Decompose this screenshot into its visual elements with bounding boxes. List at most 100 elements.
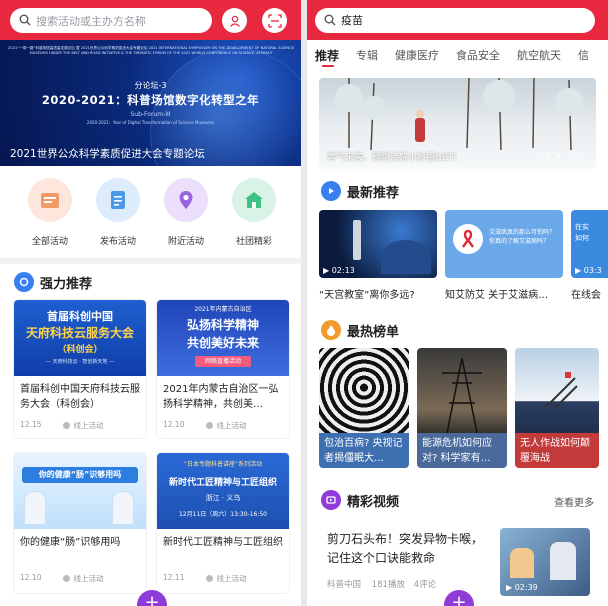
featured-thumbnail: ▶ 02:39: [500, 528, 590, 596]
search-input[interactable]: 搜索活动或主办方名称: [10, 8, 212, 33]
card-banner-line3: 共创美好未来: [186, 336, 259, 350]
document-icon: [96, 178, 140, 222]
card-meta: 12.11 线上活动: [157, 569, 289, 588]
section-latest: 最新推荐: [321, 181, 399, 201]
tab-albums[interactable]: 专辑: [356, 47, 378, 63]
activity-card[interactable]: “日本专题科普讲座”系列活动 新时代工匠精神与工匠组织 浙江 · 义乌 12月1…: [157, 453, 289, 593]
thumbnail-text: 艾滋病真的那么可怕吗？ 你真的了解艾滋病吗？: [489, 228, 561, 246]
flame-icon: [321, 320, 341, 340]
doctor-figure: [112, 491, 134, 525]
card-location: 线上活动: [206, 573, 246, 584]
tab-more[interactable]: 信: [578, 47, 589, 63]
scan-button[interactable]: [262, 8, 287, 33]
section-hot: 最热榜单: [321, 320, 399, 340]
card-image: 首届科创中国 天府科技云服务大会 （科创会） — 天府科技云 · 智创新天地 —: [14, 300, 146, 376]
thumbnail-text: 在实 如何: [575, 222, 589, 244]
video-duration: ▶ 03:3: [575, 266, 602, 275]
hot-item[interactable]: 无人作战如何颠覆海战: [515, 348, 599, 468]
red-ribbon-icon: [453, 224, 483, 254]
activity-card[interactable]: 你的健康“肠”识够用吗 你的健康“肠”识够用吗 12.10 线上活动: [14, 453, 146, 593]
video-duration: ▶ 02:39: [506, 583, 538, 592]
card-banner-line3: （科创会）: [57, 345, 103, 355]
section-videos: 精彩视频: [321, 490, 399, 510]
spiral-image: [319, 348, 409, 436]
tab-aerospace[interactable]: 航空航天: [517, 47, 561, 63]
card-banner-line2: 新时代工匠精神与工匠组织: [168, 478, 277, 488]
tab-food-safety[interactable]: 食品安全: [456, 47, 500, 63]
featured-title: 剪刀石头布！突发异物卡喉，记住这个口诀能救命: [327, 532, 484, 565]
featured-meta: 科普中国 181播放 4评论: [327, 578, 436, 590]
thumbnail-line1: 在实: [575, 223, 589, 231]
card-image: “日本专题科普讲座”系列活动 新时代工匠精神与工匠组织 浙江 · 义乌 12月1…: [157, 453, 289, 529]
hot-item-title: 包治百病? 央视记者揭僵眠大…: [319, 433, 409, 468]
banner-headline: 2020-2021：科普场馆数字化转型之年: [41, 93, 260, 107]
tab-health[interactable]: 健康医疗: [395, 47, 439, 63]
banner-header-line: 2021“一带一路”科普场馆高质量发展论坛 暨 2021世界公众科学素质促进大会…: [8, 46, 294, 55]
card-banner-line4: 12月11日（周六）13:30-16:50: [178, 511, 268, 518]
location-icon: [63, 422, 71, 429]
hero-carousel[interactable]: 寒气来袭，预防流感小妙招GET! • • • • •: [319, 78, 596, 169]
card-title: 新时代工匠精神与工匠组织: [163, 537, 283, 548]
banner-caption: 2021世界公众科学素质促进大会专题论坛: [10, 148, 205, 160]
latest-video-row: ▶ 02:13 “天宫教室”离你多远? 艾滋病真的那么可怕吗？ 你真的了解艾滋病…: [319, 210, 608, 320]
location-icon: [206, 422, 214, 429]
card-banner-line4: — 天府科技云 · 智创新天地 —: [46, 359, 114, 365]
category-label: 全部活动: [31, 237, 68, 247]
card-banner-line1: 首届科创中国: [47, 310, 113, 323]
hot-item[interactable]: 包治百病? 央视记者揭僵眠大…: [319, 348, 409, 468]
section-title: 精彩视频: [347, 494, 400, 510]
carousel-indicator: • • • • •: [534, 152, 586, 161]
card-location-text: 线上活动: [73, 421, 104, 430]
search-input[interactable]: 疫苗: [315, 8, 595, 33]
activity-card[interactable]: 2021年内蒙古自治区 弘扬科学精神 共创美好未来 网络直播活动 2021年内蒙…: [157, 300, 289, 438]
video-card[interactable]: ▶ 02:13 “天宫教室”离你多远?: [319, 210, 437, 301]
activity-card[interactable]: 首届科创中国 天府科技云服务大会 （科创会） — 天府科技云 · 智创新天地 —…: [14, 300, 146, 438]
earth-graphic: [381, 240, 431, 274]
section-title: 强力推荐: [40, 276, 93, 292]
video-card[interactable]: 在实 如何 ▶ 03:3 在线会: [571, 210, 608, 301]
forum-banner[interactable]: 2021“一带一路”科普场馆高质量发展论坛 暨 2021世界公众科学素质促进大会…: [0, 40, 301, 166]
featured-plays: 181播放: [371, 580, 405, 590]
top-bar: 搜索活动或主办方名称: [0, 0, 301, 40]
see-more-link[interactable]: 查看更多: [554, 494, 594, 509]
card-meta: 12.10 线上活动: [157, 416, 289, 435]
card-location: 线上活动: [206, 420, 246, 431]
card-location-text: 线上活动: [216, 574, 247, 583]
recommend-icon: [14, 272, 34, 292]
search-value: 疫苗: [341, 14, 363, 27]
play-icon: [321, 181, 341, 201]
card-date: 12.10: [163, 420, 185, 429]
profile-button[interactable]: [222, 8, 247, 33]
child-figure: [510, 548, 534, 578]
card-location-text: 线上活动: [73, 574, 104, 583]
hero-caption: 寒气来袭，预防流感小妙招GET!: [327, 153, 457, 163]
category-nearby-activities[interactable]: 附近活动: [156, 178, 216, 247]
video-thumbnail: 艾滋病真的那么可怕吗？ 你真的了解艾滋病吗？: [445, 210, 563, 278]
category-grid: 全部活动 发布活动 附近活动 社团精彩: [0, 168, 301, 258]
card-banner-line2: 弘扬科学精神: [186, 318, 259, 332]
hot-item[interactable]: 能源危机如何应对? 科学家有…: [417, 348, 507, 468]
banner-forum: 分论坛-3: [134, 81, 167, 90]
card-banner-line3: 浙江 · 义乌: [205, 494, 241, 502]
video-thumbnail: ▶ 02:13: [319, 210, 437, 278]
featured-source: 科普中国: [327, 580, 362, 590]
video-thumbnail: 在实 如何 ▶ 03:3: [571, 210, 608, 278]
video-card[interactable]: 艾滋病真的那么可怕吗？ 你真的了解艾滋病吗？ 知艾防艾 关于艾滋病…: [445, 210, 563, 301]
rocket-graphic: [353, 220, 361, 260]
category-all-activities[interactable]: 全部活动: [20, 178, 80, 247]
location-icon: [206, 575, 214, 582]
divider: [0, 258, 301, 264]
category-club-highlights[interactable]: 社团精彩: [224, 178, 284, 247]
power-tower-image: [417, 348, 507, 436]
card-banner-line1: 2021年内蒙古自治区: [194, 306, 252, 313]
card-date: 12.11: [163, 573, 185, 582]
video-title: “天宫教室”离你多远?: [319, 290, 415, 301]
thumbnail-line1: 艾滋病真的那么可怕吗？: [489, 229, 556, 236]
location-icon: [63, 575, 71, 582]
category-publish-activity[interactable]: 发布活动: [88, 178, 148, 247]
card-location-text: 线上活动: [216, 421, 247, 430]
card-meta: 12.15 线上活动: [14, 416, 146, 435]
top-bar: 疫苗: [307, 0, 608, 40]
tab-recommended[interactable]: 推荐: [315, 47, 339, 67]
section-recommended: 强力推荐: [14, 272, 92, 292]
